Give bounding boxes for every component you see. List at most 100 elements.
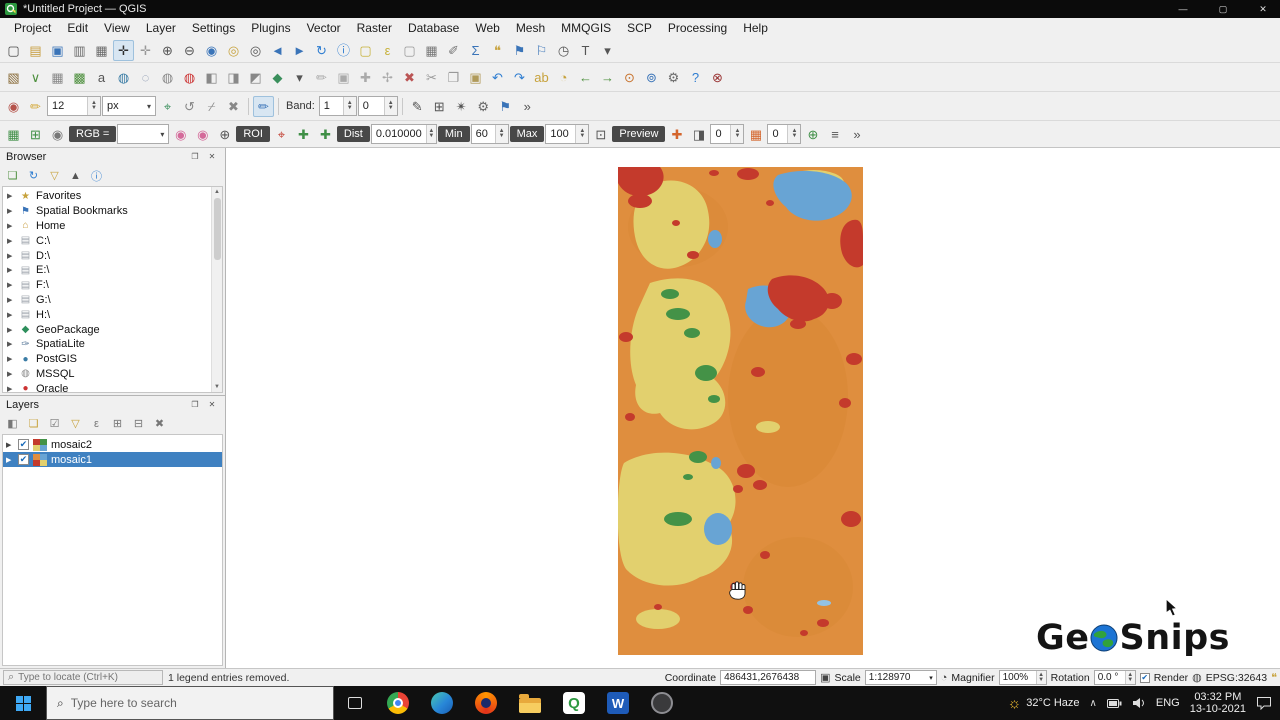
expand-arrow-icon[interactable]: ▶ <box>7 252 15 260</box>
close-panel-icon[interactable]: ✕ <box>205 398 219 412</box>
layer-row-mosaic2[interactable]: ▶ ✔ mosaic2 <box>3 437 222 452</box>
file-explorer-icon[interactable] <box>508 686 552 720</box>
identify-features-icon[interactable]: ⓘ <box>333 40 354 61</box>
zoom-to-layer-icon[interactable]: ◎ <box>245 40 266 61</box>
browser-item-drive-g[interactable]: ▶ ▤ G:\ <box>3 293 222 308</box>
expand-arrow-icon[interactable]: ▶ <box>7 237 15 245</box>
dist-spinner[interactable]: 0.010000 ▲▼ <box>371 124 437 144</box>
scp-spectral-signature-icon[interactable]: ◉ <box>170 124 191 145</box>
statistical-summary-icon[interactable]: Σ <box>465 40 486 61</box>
save-project-icon[interactable]: ▣ <box>47 40 68 61</box>
scp-bandset-tools-icon[interactable]: ⊞ <box>25 124 46 145</box>
new-project-icon[interactable]: ▢ <box>3 40 24 61</box>
band-value-spinner[interactable]: 0 ▲▼ <box>358 96 398 116</box>
remove-layer-icon[interactable]: ✖ <box>151 415 168 432</box>
pan-to-selection-icon[interactable]: ✛ <box>135 40 156 61</box>
transparency-spinner[interactable]: 0 ▲▼ <box>710 124 744 144</box>
paste-features-icon[interactable]: ▣ <box>465 67 486 88</box>
menu-item[interactable]: Project <box>6 19 59 37</box>
maximize-button-icon[interactable]: ▢ <box>1206 0 1240 18</box>
min-spinner[interactable]: 60 ▲▼ <box>471 124 509 144</box>
scale-combo[interactable]: 1:128970 ▾ <box>865 670 937 685</box>
add-wms-layer-icon[interactable]: ◧ <box>201 67 222 88</box>
vertex-tool-icon[interactable]: ✢ <box>377 67 398 88</box>
band-spinner[interactable]: 1 ▲▼ <box>319 96 357 116</box>
browser-item-spatial-bookmarks[interactable]: ▶ ⚑ Spatial Bookmarks <box>3 204 222 219</box>
close-panel-icon[interactable]: ✕ <box>205 150 219 164</box>
scrollbar-thumb[interactable] <box>214 198 221 260</box>
refresh-map-icon[interactable]: ↻ <box>311 40 332 61</box>
scp-search-icon[interactable]: ⊕ <box>802 124 823 145</box>
refresh-browser-icon[interactable]: ↻ <box>25 167 42 184</box>
float-panel-icon[interactable]: ❐ <box>188 398 202 412</box>
browser-item-drive-d[interactable]: ▶ ▤ D:\ <box>3 248 222 263</box>
data-source-manager-icon[interactable]: ▧ <box>3 67 24 88</box>
edge-icon[interactable] <box>420 686 464 720</box>
add-group-icon[interactable]: ❏ <box>25 415 42 432</box>
browser-item-favorites[interactable]: ▶ ★ Favorites <box>3 189 222 204</box>
messages-bubble-icon[interactable]: ❝ <box>1271 671 1277 684</box>
menu-item[interactable]: Raster <box>349 19 400 37</box>
expand-arrow-icon[interactable]: ▶ <box>7 370 15 378</box>
browser-item-home[interactable]: ▶ ⌂ Home <box>3 219 222 234</box>
class-grid-icon[interactable]: ▦ <box>745 124 766 145</box>
grid-tool-icon[interactable]: ⊞ <box>429 96 450 117</box>
spinner-arrows-icon[interactable]: ▲▼ <box>787 125 800 143</box>
action-center-icon[interactable] <box>1256 696 1272 710</box>
expand-arrow-icon[interactable]: ▶ <box>7 385 15 393</box>
magnifier-spinner[interactable]: 100% ▲▼ <box>999 670 1047 685</box>
browser-item-oracle[interactable]: ▶ ● Oracle <box>3 381 222 393</box>
menu-item[interactable]: Plugins <box>243 19 298 37</box>
select-by-expression-icon[interactable]: ε <box>377 40 398 61</box>
layout-manager-icon[interactable]: ▦ <box>91 40 112 61</box>
locate-input[interactable] <box>18 672 143 683</box>
menu-item[interactable]: Help <box>735 19 776 37</box>
browser-item-geopackage[interactable]: ▶ ◆ GeoPackage <box>3 322 222 337</box>
add-wcs-layer-icon[interactable]: ◨ <box>223 67 244 88</box>
word-icon[interactable]: W <box>596 686 640 720</box>
lock-scale-icon[interactable]: ◔ <box>941 672 948 684</box>
add-postgis-layer-icon[interactable]: ◍ <box>113 67 134 88</box>
expand-arrow-icon[interactable]: ▶ <box>7 311 15 319</box>
expand-arrow-icon[interactable]: ▶ <box>6 441 14 449</box>
deselect-features-icon[interactable]: ▢ <box>399 40 420 61</box>
weather-widget[interactable]: ☼ 32°C Haze <box>1007 695 1079 712</box>
scp-zoom-icon[interactable]: ⊕ <box>214 124 235 145</box>
spinner-arrows-icon[interactable]: ▲▼ <box>495 125 508 143</box>
zoom-in-icon[interactable]: ⊕ <box>157 40 178 61</box>
add-oracle-layer-icon[interactable]: ◍ <box>179 67 200 88</box>
osm-search-icon[interactable]: ⊙ <box>619 67 640 88</box>
qgis-taskbar-icon[interactable]: Q <box>552 686 596 720</box>
layer-labeling-icon[interactable]: ab <box>531 67 552 88</box>
zoom-out-icon[interactable]: ⊖ <box>179 40 200 61</box>
menu-item[interactable]: View <box>96 19 138 37</box>
float-panel-icon[interactable]: ❐ <box>188 150 202 164</box>
extents-icon[interactable]: ▣ <box>820 671 830 684</box>
expand-arrow-icon[interactable]: ▶ <box>7 266 15 274</box>
tray-expand-icon[interactable]: ∧ <box>1090 698 1097 709</box>
spinner-arrows-icon[interactable]: ▲▼ <box>87 97 100 115</box>
browser-item-mssql[interactable]: ▶ ◍ MSSQL <box>3 367 222 382</box>
settings-gear-icon[interactable]: ⚙ <box>473 96 494 117</box>
add-mssql-layer-icon[interactable]: ◍ <box>157 67 178 88</box>
chrome-icon[interactable] <box>376 686 420 720</box>
select-features-icon[interactable]: ▢ <box>355 40 376 61</box>
expand-arrow-icon[interactable]: ▶ <box>7 222 15 230</box>
pan-map-icon[interactable]: ✛ <box>113 40 134 61</box>
browser-item-postgis[interactable]: ▶ ● PostGIS <box>3 352 222 367</box>
browser-item-spatialite[interactable]: ▶ ✑ SpatiaLite <box>3 337 222 352</box>
volume-icon[interactable] <box>1132 697 1146 709</box>
processing-toolbox-icon[interactable]: ⚙ <box>663 67 684 88</box>
map-tips-icon[interactable]: ❝ <box>487 40 508 61</box>
menu-item[interactable]: Web <box>467 19 507 37</box>
raster-edit-pencil-icon[interactable]: ✏ <box>253 96 274 117</box>
layer-checkbox[interactable]: ✔ <box>18 454 29 465</box>
new-bookmark-icon[interactable]: ⚑ <box>509 40 530 61</box>
zoom-last-icon[interactable]: ◄ <box>267 40 288 61</box>
scp-bandset-icon[interactable]: ▦ <box>3 124 24 145</box>
layer-dropdown-icon[interactable]: ▾ <box>289 67 310 88</box>
tools-icon[interactable]: ✴ <box>451 96 472 117</box>
firefox-icon[interactable] <box>464 686 508 720</box>
preview-band-icon[interactable]: ◨ <box>688 124 709 145</box>
spinner-arrows-icon[interactable]: ▲▼ <box>575 125 588 143</box>
